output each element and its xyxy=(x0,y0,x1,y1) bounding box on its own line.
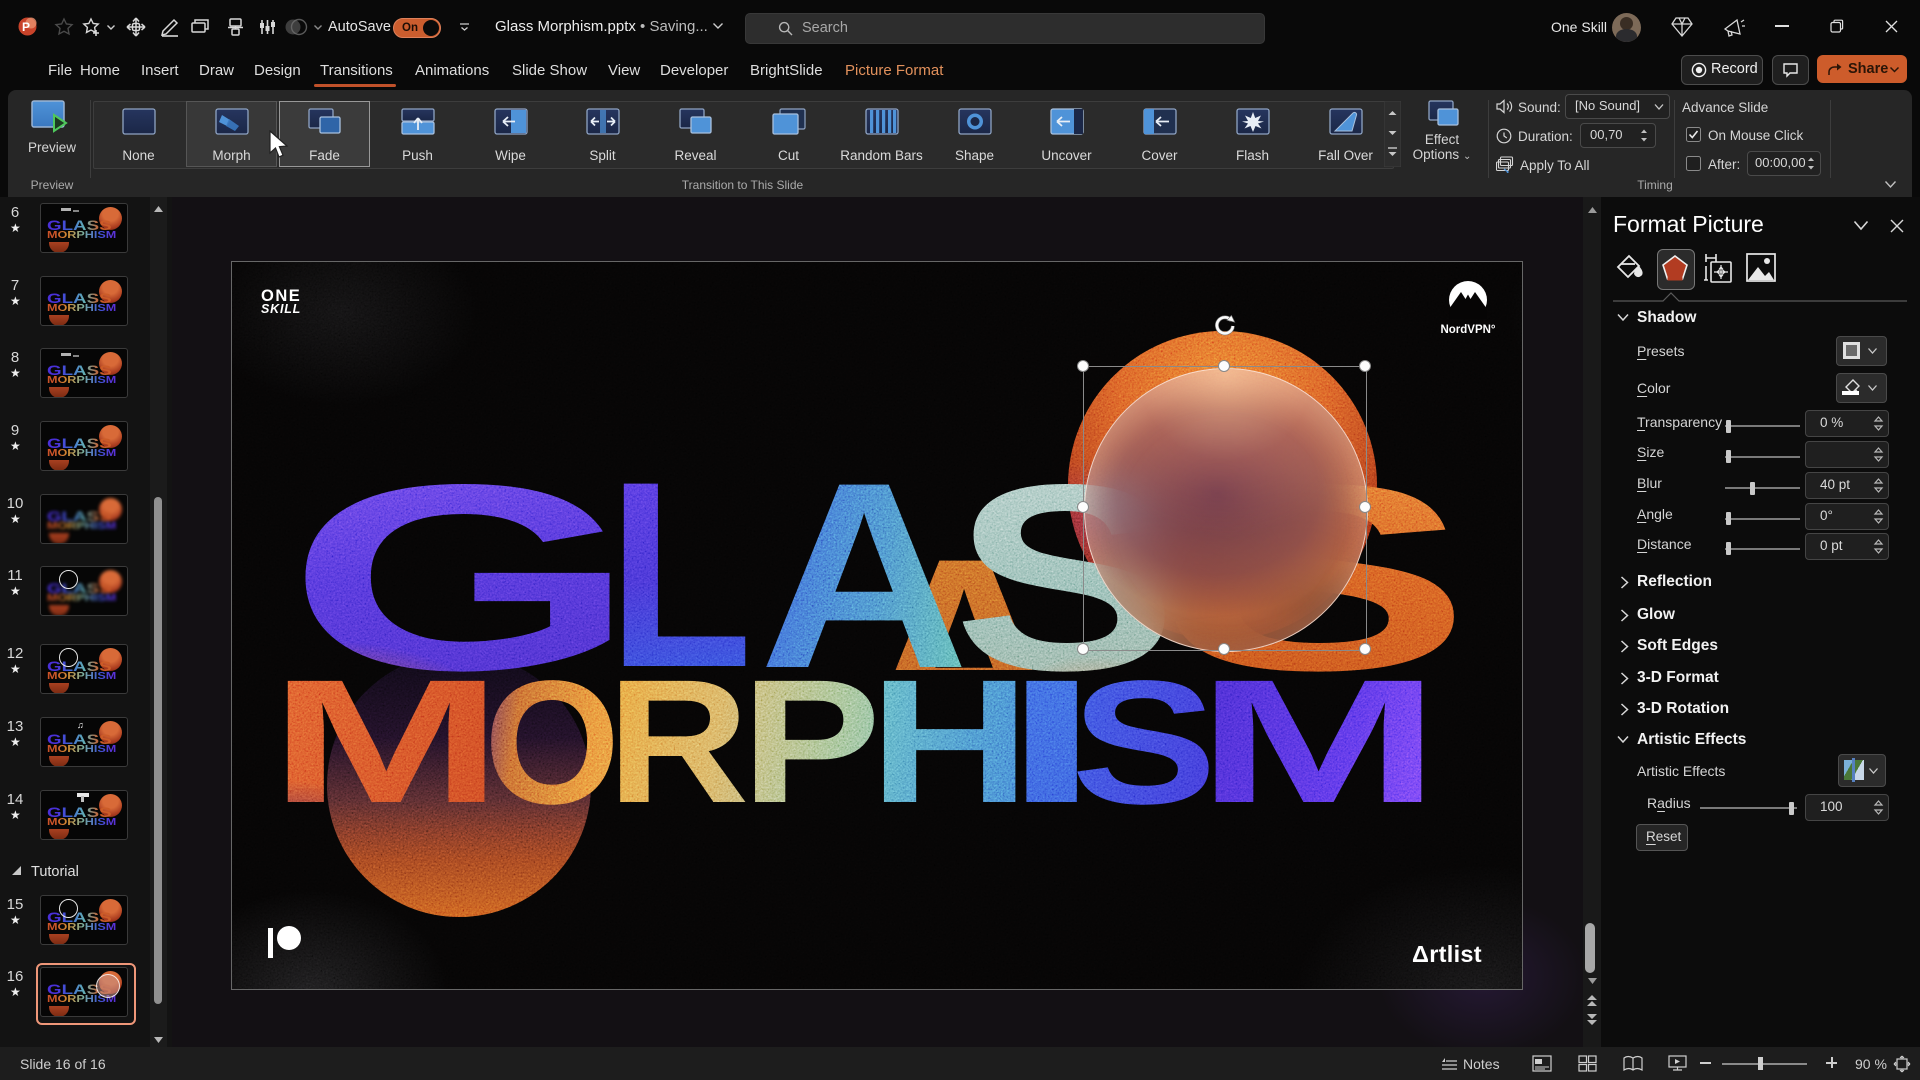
svg-text:NordVPN°: NordVPN° xyxy=(1440,324,1495,336)
svg-text:P: P xyxy=(22,20,30,34)
